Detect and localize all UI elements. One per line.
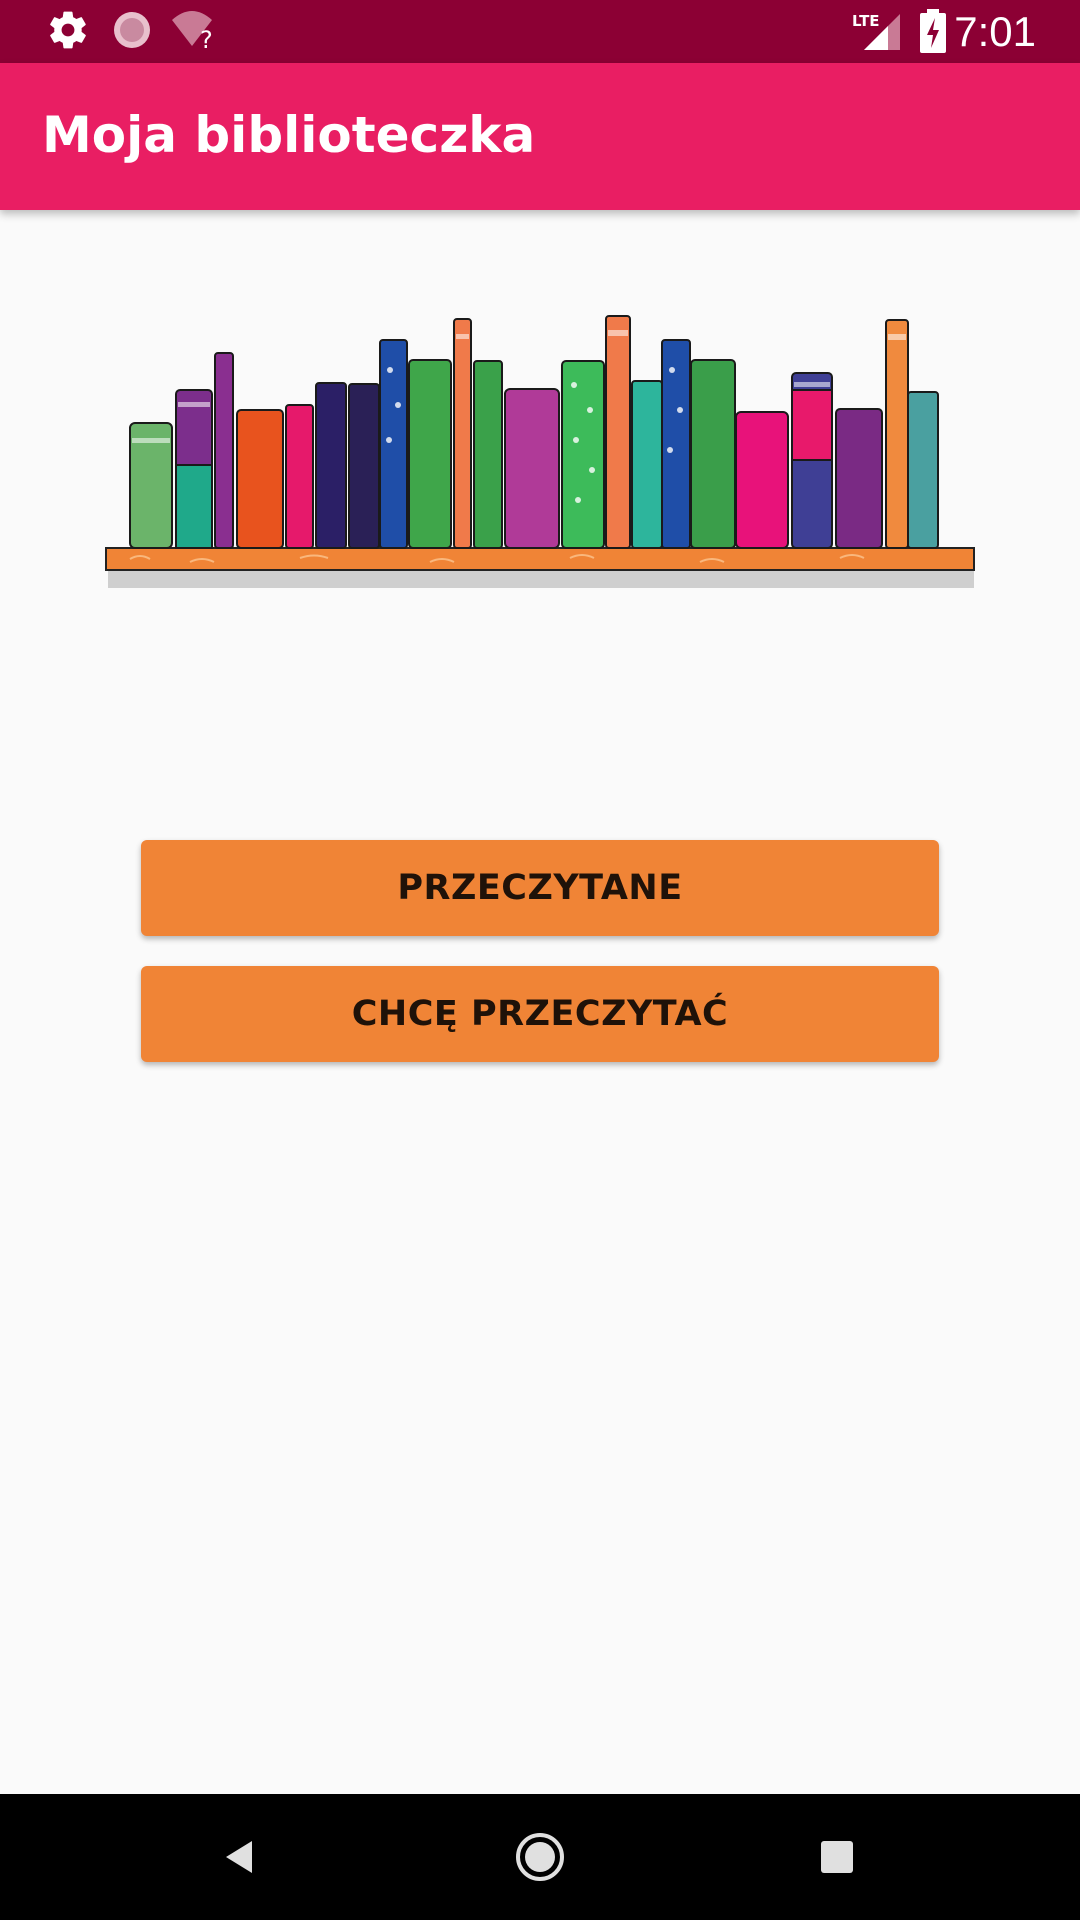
home-icon[interactable] [460,1794,620,1920]
navigation-bar [0,1794,1080,1920]
battery-charging-icon [918,8,948,59]
bookshelf-illustration [100,310,980,600]
app-title: Moja biblioteczka [42,106,536,164]
recents-icon[interactable] [757,1794,917,1920]
sync-icon [110,8,154,57]
settings-icon [46,8,90,57]
svg-text:?: ? [200,26,213,52]
app-bar: Moja biblioteczka [0,63,1080,210]
status-bar: ? LTE 7:01 [0,0,1080,63]
want-to-read-button[interactable]: CHCĘ PRZECZYTAĆ [141,966,939,1062]
clock: 7:01 [954,8,1036,55]
lte-signal-icon: LTE [852,8,904,57]
read-books-button[interactable]: PRZECZYTANE [141,840,939,936]
svg-text:LTE: LTE [852,12,880,30]
back-icon[interactable] [160,1794,320,1920]
wifi-unknown-icon: ? [170,8,220,57]
